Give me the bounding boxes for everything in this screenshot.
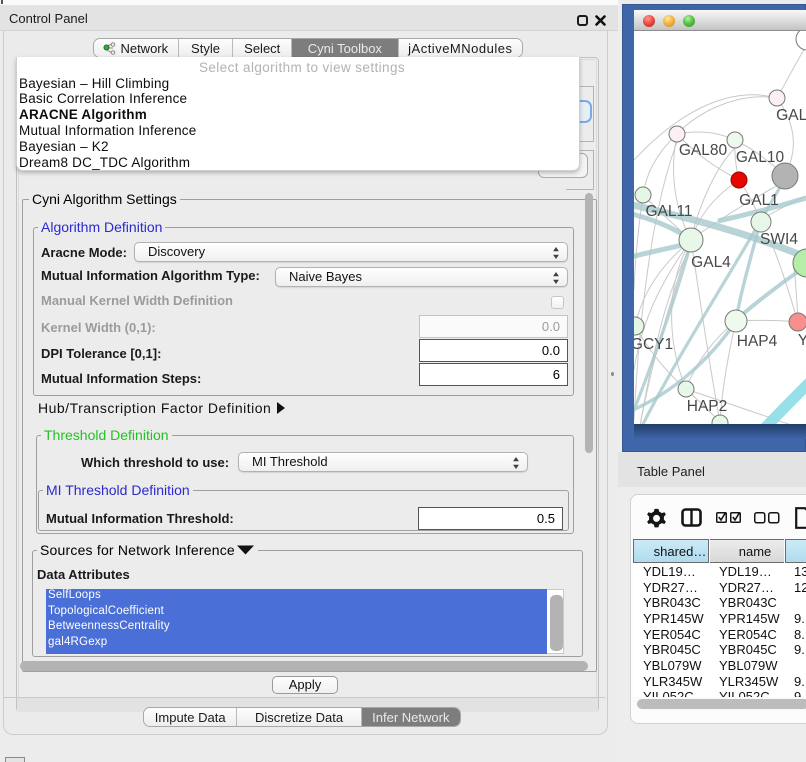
svg-text:GAL1: GAL1 bbox=[739, 192, 779, 209]
svg-text:HAP2: HAP2 bbox=[687, 398, 728, 415]
svg-text:Y: Y bbox=[798, 332, 806, 349]
svg-text:GAL10: GAL10 bbox=[736, 149, 785, 166]
svg-text:HAP4: HAP4 bbox=[737, 333, 778, 350]
svg-text:GAL80: GAL80 bbox=[679, 142, 728, 159]
svg-text:GAL2: GAL2 bbox=[776, 107, 806, 124]
svg-text:SWI4: SWI4 bbox=[760, 231, 798, 248]
svg-text:GAL11: GAL11 bbox=[645, 203, 692, 220]
svg-text:GAL4: GAL4 bbox=[691, 254, 731, 271]
svg-text:GCY1: GCY1 bbox=[634, 336, 673, 353]
